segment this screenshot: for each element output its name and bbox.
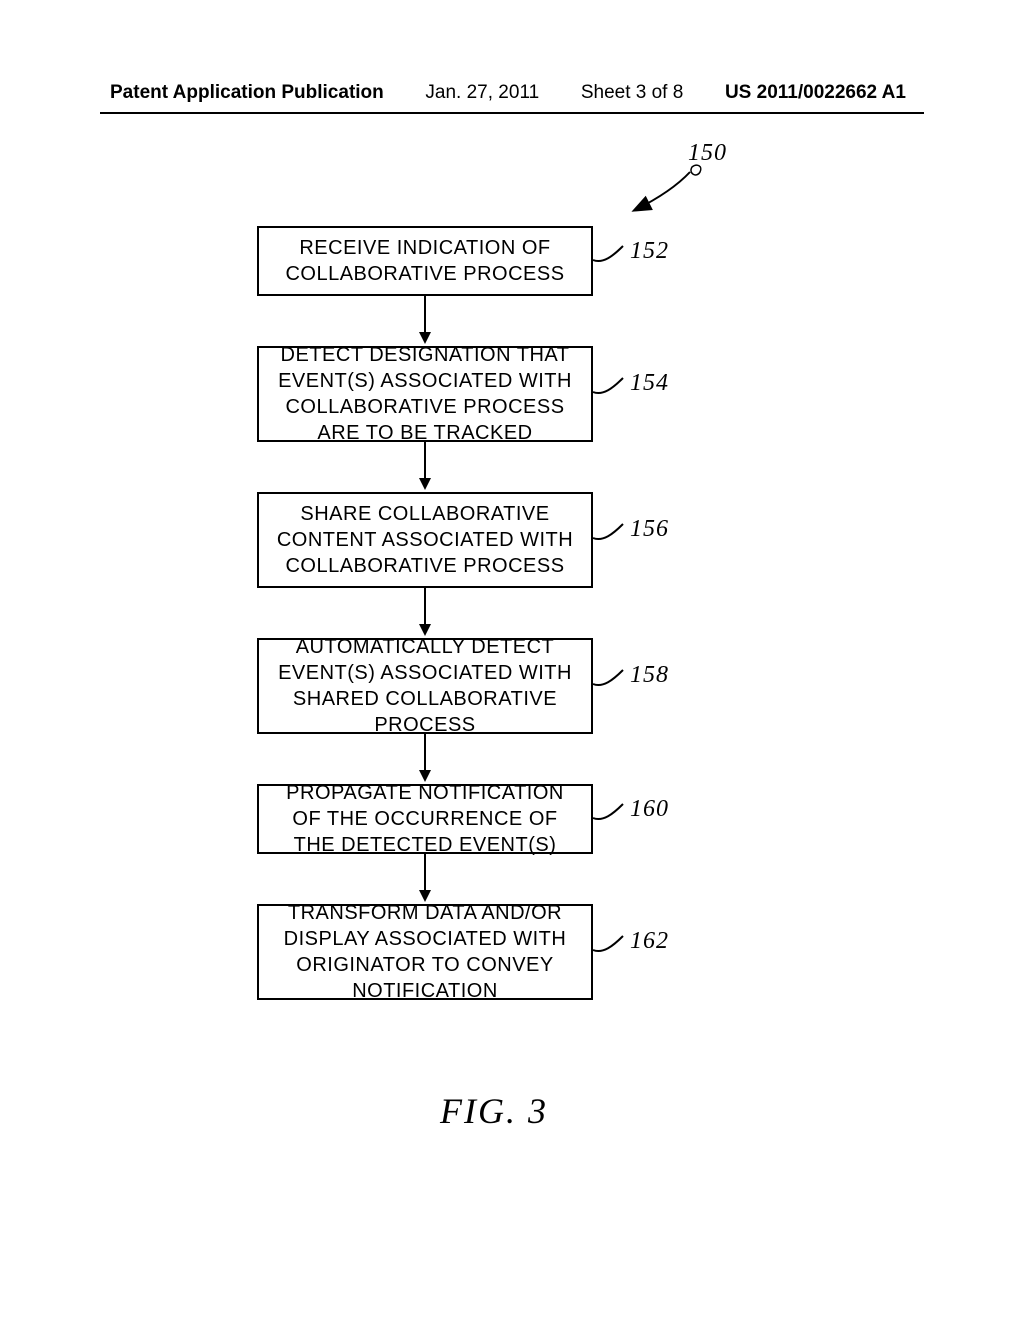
flow-step-text: RECEIVE INDICATION OF COLLABORATIVE PROC… — [269, 235, 581, 287]
ref-arrow-icon — [620, 160, 710, 220]
leader-curve-icon — [593, 804, 633, 834]
flow-step-text: PROPAGATE NOTIFICATION OF THE OCCURRENCE… — [269, 780, 581, 858]
step-ref: 154 — [630, 370, 669, 397]
flow-step-text: AUTOMATICALLY DETECT EVENT(S) ASSOCIATED… — [269, 634, 581, 738]
arrow-down-icon — [418, 442, 432, 492]
flow-step-154: DETECT DESIGNATION THAT EVENT(S) ASSOCIA… — [257, 346, 593, 442]
leader-curve-icon — [593, 246, 633, 276]
arrow-down-icon — [418, 734, 432, 784]
leader-curve-icon — [593, 936, 633, 966]
flow-step-156: SHARE COLLABORATIVE CONTENT ASSOCIATED W… — [257, 492, 593, 588]
flow-step-text: SHARE COLLABORATIVE CONTENT ASSOCIATED W… — [269, 501, 581, 579]
flowchart: 150 RECEIVE INDICATION OF COLLABORATIVE … — [0, 0, 1024, 1320]
step-ref: 158 — [630, 662, 669, 689]
arrow-down-icon — [418, 296, 432, 346]
figure-label: FIG. 3 — [440, 1090, 548, 1132]
arrow-down-icon — [418, 588, 432, 638]
step-ref: 162 — [630, 928, 669, 955]
flow-step-158: AUTOMATICALLY DETECT EVENT(S) ASSOCIATED… — [257, 638, 593, 734]
leader-curve-icon — [593, 524, 633, 554]
arrow-down-icon — [418, 854, 432, 904]
leader-curve-icon — [593, 378, 633, 408]
flow-step-text: DETECT DESIGNATION THAT EVENT(S) ASSOCIA… — [269, 342, 581, 446]
flow-step-162: TRANSFORM DATA AND/OR DISPLAY ASSOCIATED… — [257, 904, 593, 1000]
leader-curve-icon — [593, 670, 633, 700]
flow-step-152: RECEIVE INDICATION OF COLLABORATIVE PROC… — [257, 226, 593, 296]
step-ref: 152 — [630, 238, 669, 265]
flow-step-160: PROPAGATE NOTIFICATION OF THE OCCURRENCE… — [257, 784, 593, 854]
step-ref: 160 — [630, 796, 669, 823]
step-ref: 156 — [630, 516, 669, 543]
flow-step-text: TRANSFORM DATA AND/OR DISPLAY ASSOCIATED… — [269, 900, 581, 1004]
